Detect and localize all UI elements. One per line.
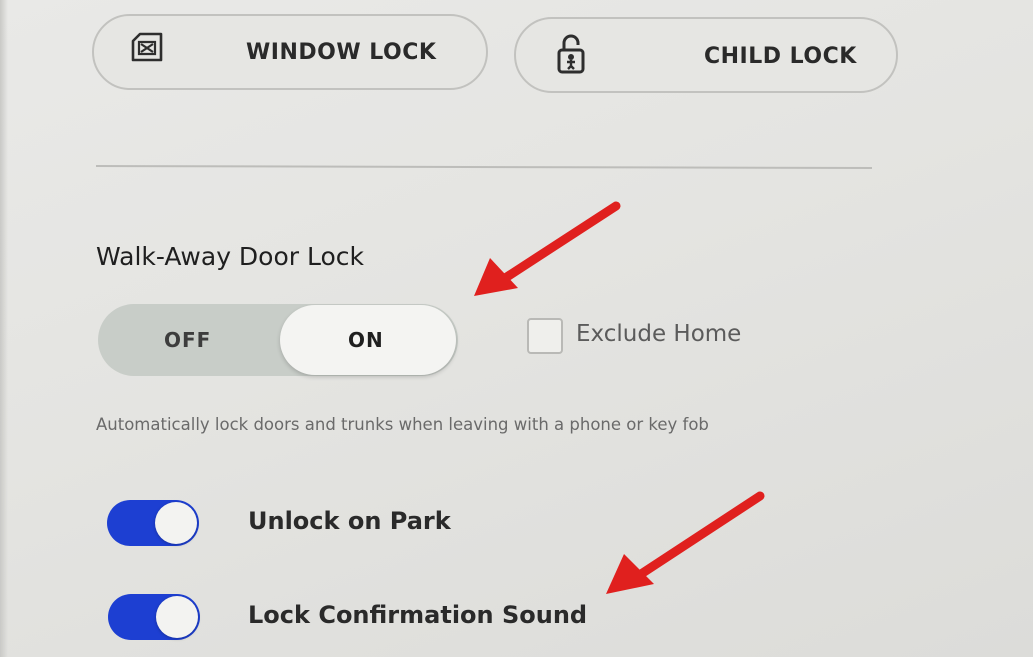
window-lock-button[interactable]: WINDOW LOCK: [92, 14, 488, 90]
window-lock-label: WINDOW LOCK: [246, 40, 437, 65]
child-lock-label: CHILD LOCK: [704, 44, 857, 69]
lock-confirmation-sound-toggle[interactable]: [108, 594, 200, 640]
toggle-knob: [155, 502, 197, 544]
walk-away-title: Walk-Away Door Lock: [96, 242, 365, 271]
child-lock-button[interactable]: CHILD LOCK: [514, 17, 898, 93]
exclude-home-checkbox[interactable]: [527, 318, 563, 354]
walk-away-off-option[interactable]: OFF: [164, 328, 211, 352]
walk-away-on-label: ON: [348, 328, 384, 352]
window-lock-icon: [130, 32, 164, 66]
lock-confirmation-sound-label: Lock Confirmation Sound: [248, 601, 588, 629]
annotation-arrow-icon: [474, 201, 621, 296]
walk-away-description: Automatically lock doors and trunks when…: [96, 415, 709, 434]
section-divider: [95, 164, 873, 170]
toggle-knob: [156, 596, 198, 638]
child-lock-icon: [556, 33, 586, 79]
exclude-home-label: Exclude Home: [576, 321, 742, 347]
annotation-arrow-icon: [606, 491, 765, 594]
screen-edge: [0, 0, 8, 657]
unlock-on-park-label: Unlock on Park: [248, 507, 451, 535]
unlock-on-park-toggle[interactable]: [107, 500, 199, 546]
walk-away-segmented-control[interactable]: OFF ON: [98, 304, 458, 376]
